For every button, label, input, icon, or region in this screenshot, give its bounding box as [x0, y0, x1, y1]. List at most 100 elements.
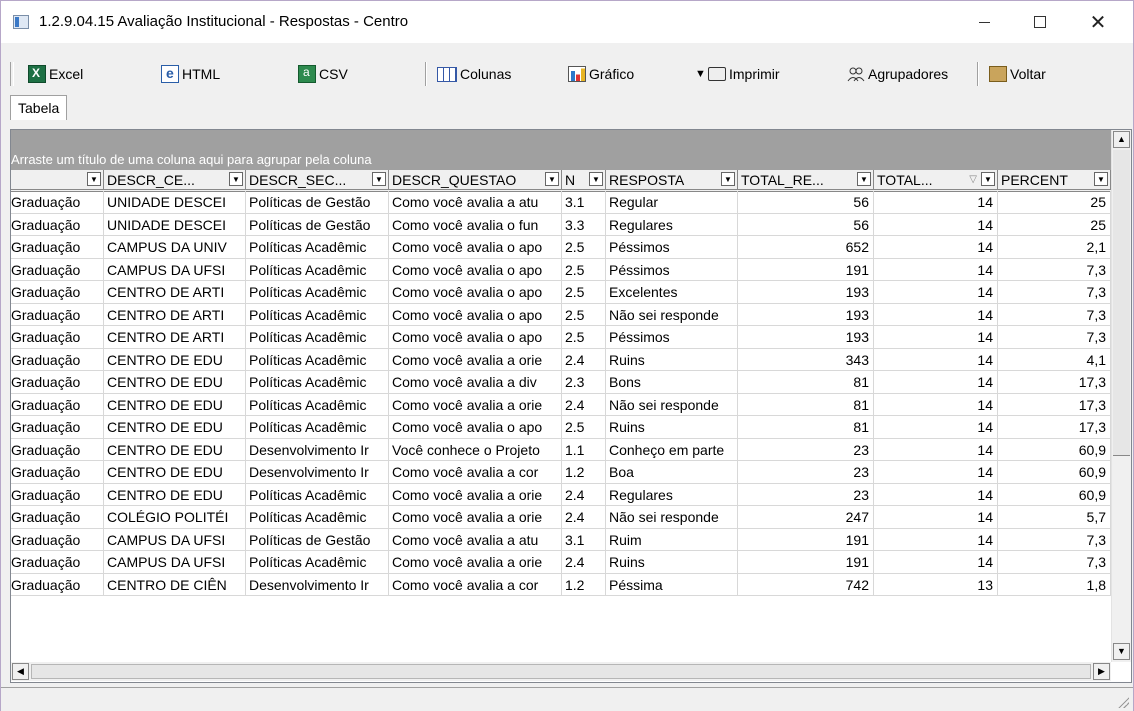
table-cell[interactable]: Conheço em parte — [606, 438, 738, 461]
table-cell[interactable]: Péssimos — [606, 326, 738, 349]
table-cell[interactable]: Políticas Acadêmic — [246, 348, 389, 371]
table-cell[interactable]: 14 — [874, 371, 998, 394]
table-cell[interactable]: 14 — [874, 438, 998, 461]
table-cell[interactable]: CENTRO DE ARTI — [104, 303, 246, 326]
table-cell[interactable]: 3.3 — [562, 213, 606, 236]
table-cell[interactable]: Ruins — [606, 551, 738, 574]
table-cell[interactable]: 14 — [874, 461, 998, 484]
chevron-down-icon[interactable]: ▼ — [981, 172, 995, 186]
chevron-down-icon[interactable]: ▼ — [1094, 172, 1108, 186]
table-cell[interactable]: Péssima — [606, 573, 738, 596]
table-cell[interactable]: CENTRO DE EDU — [104, 348, 246, 371]
column-header[interactable]: N ▼ — [562, 170, 606, 190]
table-cell[interactable]: Como você avalia o apo — [389, 326, 562, 349]
table-cell[interactable]: 193 — [738, 326, 874, 349]
table-cell[interactable]: Graduação — [11, 416, 104, 439]
table-cell[interactable]: 17,3 — [998, 371, 1111, 394]
table-cell[interactable]: 193 — [738, 303, 874, 326]
table-cell[interactable]: Políticas Acadêmic — [246, 483, 389, 506]
table-cell[interactable]: Graduação — [11, 348, 104, 371]
table-cell[interactable]: 14 — [874, 191, 998, 214]
back-button[interactable]: Voltar — [989, 62, 1046, 86]
table-cell[interactable]: 247 — [738, 506, 874, 529]
table-cell[interactable]: 25 — [998, 213, 1111, 236]
table-cell[interactable]: 7,3 — [998, 303, 1111, 326]
table-cell[interactable]: Graduação — [11, 236, 104, 259]
table-cell[interactable]: Políticas de Gestão — [246, 191, 389, 214]
columns-button[interactable]: Colunas — [437, 62, 511, 86]
table-cell[interactable]: Boa — [606, 461, 738, 484]
table-cell[interactable]: 7,3 — [998, 551, 1111, 574]
table-cell[interactable]: Políticas Acadêmic — [246, 326, 389, 349]
table-cell[interactable]: 14 — [874, 348, 998, 371]
table-cell[interactable]: 7,3 — [998, 326, 1111, 349]
table-cell[interactable]: Como você avalia o apo — [389, 416, 562, 439]
table-cell[interactable]: 56 — [738, 213, 874, 236]
table-cell[interactable]: 14 — [874, 281, 998, 304]
vertical-scrollbar[interactable]: ▲ ▼ — [1111, 130, 1131, 662]
chevron-down-icon[interactable]: ▼ — [545, 172, 559, 186]
table-cell[interactable]: UNIDADE DESCEI — [104, 213, 246, 236]
table-cell[interactable]: Ruins — [606, 348, 738, 371]
table-cell[interactable]: Políticas Acadêmic — [246, 281, 389, 304]
column-header[interactable]: TOTAL_RE... ▼ — [738, 170, 874, 190]
table-cell[interactable]: 2.4 — [562, 348, 606, 371]
table-cell[interactable]: 23 — [738, 483, 874, 506]
table-cell[interactable]: Graduação — [11, 191, 104, 214]
table-cell[interactable]: Ruins — [606, 416, 738, 439]
chevron-down-icon[interactable]: ▼ — [372, 172, 386, 186]
scroll-right-icon[interactable]: ▶ — [1093, 663, 1110, 680]
table-row[interactable]: Graduação CENTRO DE EDU Desenvolvimento Ir… — [11, 461, 1111, 484]
table-cell[interactable]: 14 — [874, 551, 998, 574]
table-cell[interactable]: Graduação — [11, 393, 104, 416]
table-cell[interactable]: Como você avalia a div — [389, 371, 562, 394]
table-cell[interactable]: Políticas Acadêmic — [246, 236, 389, 259]
scroll-down-icon[interactable]: ▼ — [1113, 643, 1130, 660]
table-cell[interactable]: 17,3 — [998, 393, 1111, 416]
table-cell[interactable]: Políticas de Gestão — [246, 213, 389, 236]
table-cell[interactable]: Graduação — [11, 506, 104, 529]
tab-tabela[interactable]: Tabela — [10, 95, 68, 120]
table-cell[interactable]: 81 — [738, 393, 874, 416]
chevron-down-icon[interactable]: ▼ — [857, 172, 871, 186]
table-cell[interactable]: Péssimos — [606, 236, 738, 259]
table-cell[interactable]: 2.4 — [562, 393, 606, 416]
table-row[interactable]: Graduação UNIDADE DESCEI Políticas de Gest… — [11, 213, 1111, 236]
table-cell[interactable]: 652 — [738, 236, 874, 259]
table-cell[interactable]: 2.5 — [562, 281, 606, 304]
html-button[interactable]: HTML — [161, 62, 220, 86]
table-cell[interactable]: 25 — [998, 191, 1111, 214]
table-row[interactable]: Graduação CENTRO DE EDU Políticas Acadêmic… — [11, 483, 1111, 506]
print-button[interactable]: Imprimir — [708, 62, 780, 86]
table-cell[interactable]: Políticas Acadêmic — [246, 371, 389, 394]
table-cell[interactable]: CENTRO DE EDU — [104, 438, 246, 461]
table-cell[interactable]: 56 — [738, 191, 874, 214]
csv-button[interactable]: CSV — [298, 62, 348, 86]
scroll-up-icon[interactable]: ▲ — [1113, 131, 1130, 148]
table-cell[interactable]: Graduação — [11, 258, 104, 281]
table-cell[interactable]: Você conhece o Projeto — [389, 438, 562, 461]
table-cell[interactable]: Políticas Acadêmic — [246, 258, 389, 281]
table-cell[interactable]: 2.5 — [562, 326, 606, 349]
column-header[interactable]: PERCENT ▼ — [998, 170, 1111, 190]
table-cell[interactable]: CAMPUS DA UFSI — [104, 551, 246, 574]
scroll-left-icon[interactable]: ◀ — [12, 663, 29, 680]
table-cell[interactable]: Graduação — [11, 528, 104, 551]
table-cell[interactable]: Como você avalia a orie — [389, 348, 562, 371]
table-cell[interactable]: 60,9 — [998, 461, 1111, 484]
table-cell[interactable]: 14 — [874, 483, 998, 506]
table-cell[interactable]: 14 — [874, 213, 998, 236]
table-row[interactable]: Graduação CENTRO DE EDU Políticas Acadêmic… — [11, 371, 1111, 394]
column-header[interactable]: DESCR_CE... ▼ — [104, 170, 246, 190]
table-cell[interactable]: Regular — [606, 191, 738, 214]
column-header[interactable]: DESCR_QUESTAO ▼ — [389, 170, 562, 190]
column-header[interactable]: DESCR_SEC... ▼ — [246, 170, 389, 190]
table-row[interactable]: Graduação CENTRO DE EDU Políticas Acadêmic… — [11, 348, 1111, 371]
table-cell[interactable]: Políticas Acadêmic — [246, 393, 389, 416]
table-cell[interactable]: 14 — [874, 236, 998, 259]
table-cell[interactable]: Graduação — [11, 281, 104, 304]
table-cell[interactable]: 1,8 — [998, 573, 1111, 596]
table-cell[interactable]: Desenvolvimento Ir — [246, 573, 389, 596]
table-cell[interactable]: Como você avalia a cor — [389, 573, 562, 596]
table-cell[interactable]: 23 — [738, 438, 874, 461]
